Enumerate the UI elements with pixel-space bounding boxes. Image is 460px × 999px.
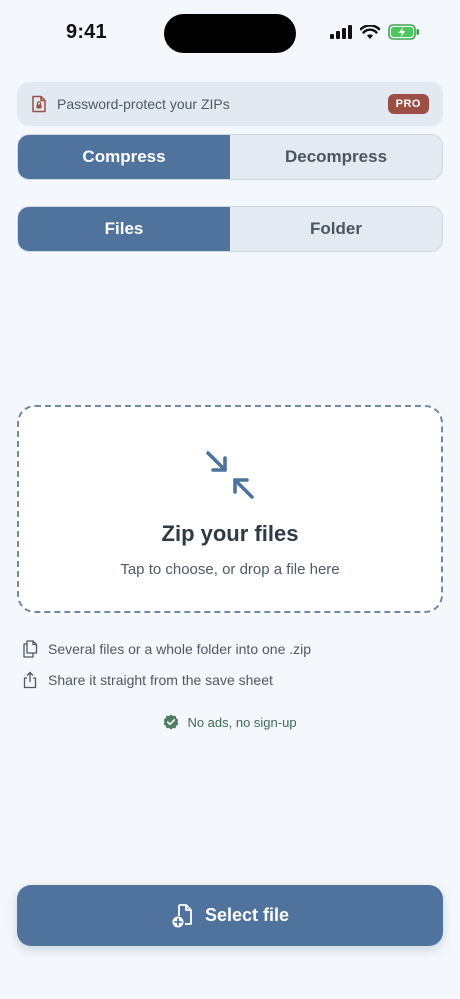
info-row-multiple-files: Several files or a whole folder into one… — [22, 640, 311, 658]
source-segmented-control: Files Folder — [17, 206, 443, 252]
add-file-icon — [172, 903, 192, 927]
info-row-share: Share it straight from the save sheet — [22, 671, 273, 689]
pro-badge: PRO — [387, 94, 429, 114]
share-icon — [22, 671, 38, 689]
battery-charging-icon — [388, 24, 419, 40]
status-time: 9:41 — [66, 21, 107, 43]
drop-zone-subtitle: Tap to choose, or drop a file here — [120, 561, 340, 578]
wifi-icon — [360, 24, 380, 39]
tab-folder[interactable]: Folder — [230, 207, 442, 251]
promo-text: Password-protect your ZIPs — [57, 96, 230, 112]
files-icon — [22, 640, 38, 658]
cellular-signal-icon — [330, 25, 352, 39]
select-file-button[interactable]: Select file — [17, 885, 443, 946]
verified-check-icon — [164, 714, 179, 730]
status-bar: 9:41 — [0, 0, 460, 66]
locked-file-icon — [31, 95, 47, 113]
pro-promo-banner[interactable]: Password-protect your ZIPs PRO — [17, 82, 443, 126]
tab-decompress[interactable]: Decompress — [230, 135, 442, 179]
no-ads-text: No ads, no sign-up — [187, 714, 297, 730]
tab-compress[interactable]: Compress — [18, 135, 230, 179]
no-ads-note: No ads, no sign-up — [0, 714, 460, 730]
select-file-label: Select file — [204, 905, 290, 925]
info-text: Share it straight from the save sheet — [48, 672, 273, 688]
app-screen: 9:41 Password-protect your ZIPs PRO Comp… — [0, 0, 460, 999]
compress-arrows-icon — [206, 451, 254, 499]
drop-zone-title: Zip your files — [161, 521, 299, 546]
file-drop-zone[interactable]: Zip your files Tap to choose, or drop a … — [17, 405, 443, 613]
dynamic-island — [164, 14, 296, 53]
status-icons — [330, 24, 420, 40]
tab-files[interactable]: Files — [18, 207, 230, 251]
info-text: Several files or a whole folder into one… — [48, 641, 312, 657]
mode-segmented-control: Compress Decompress — [17, 134, 443, 180]
